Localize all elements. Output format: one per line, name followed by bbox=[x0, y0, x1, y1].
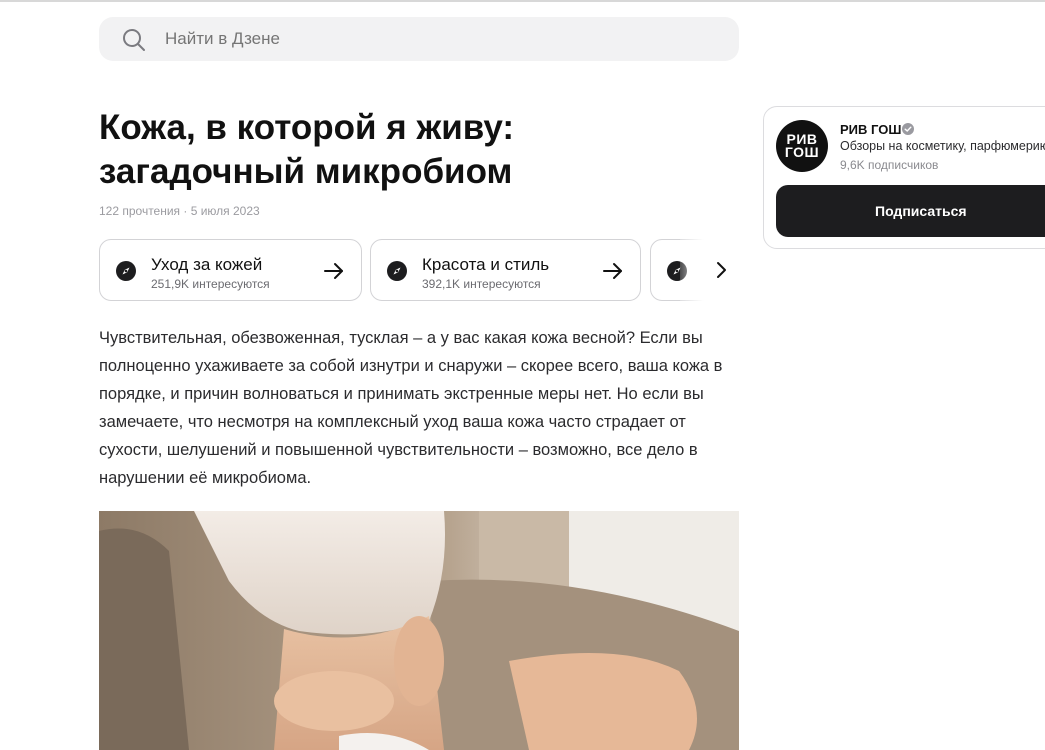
channel-name[interactable]: РИВ ГОШ bbox=[840, 122, 901, 137]
channel-avatar[interactable]: РИВ ГОШ bbox=[776, 120, 828, 172]
tag-chip-skincare[interactable]: Уход за кожей 251,9K интересуются bbox=[99, 239, 362, 301]
search-input[interactable] bbox=[165, 17, 705, 61]
article-title-line-1: Кожа, в которой я живу: bbox=[99, 108, 515, 147]
channel-description: Обзоры на косметику, парфюмерию bbox=[840, 139, 1045, 153]
tag-chip-label: Уход за кожей bbox=[151, 255, 263, 274]
arrow-right-icon bbox=[324, 263, 343, 279]
compass-icon bbox=[387, 261, 407, 281]
article-title: Кожа, в которой я живу: загадочный микро… bbox=[99, 106, 739, 194]
tag-chip-beauty-style[interactable]: Красота и стиль 392,1K интересуются bbox=[370, 239, 641, 301]
article-title-line-2: загадочный микробиом bbox=[99, 152, 513, 191]
verified-icon bbox=[902, 123, 914, 135]
article-photo-illustration bbox=[99, 511, 739, 750]
tag-chip-followers: 392,1K интересуются bbox=[422, 277, 541, 291]
chevron-right-icon[interactable] bbox=[713, 260, 731, 280]
article-intro: Чувствительная, обезвоженная, тусклая – … bbox=[99, 329, 723, 487]
search-bar[interactable] bbox=[99, 17, 739, 61]
search-icon bbox=[123, 29, 145, 51]
article-photo bbox=[99, 511, 739, 750]
arrow-right-icon bbox=[603, 263, 622, 279]
subscribe-button[interactable]: Подписаться bbox=[776, 185, 1045, 237]
article-meta: 122 прочтения · 5 июля 2023 bbox=[99, 204, 260, 218]
tag-chip-label: Красота и стиль bbox=[422, 255, 550, 274]
channel-card: РИВ ГОШ РИВ ГОШ Обзоры на косметику, пар… bbox=[763, 106, 1045, 249]
channel-subscribers: 9,6K подписчиков bbox=[840, 158, 939, 172]
tag-chip-followers: 251,9K интересуются bbox=[151, 277, 270, 291]
compass-icon bbox=[116, 261, 136, 281]
avatar-text-line-2: ГОШ bbox=[784, 144, 820, 160]
top-divider bbox=[0, 0, 1045, 2]
